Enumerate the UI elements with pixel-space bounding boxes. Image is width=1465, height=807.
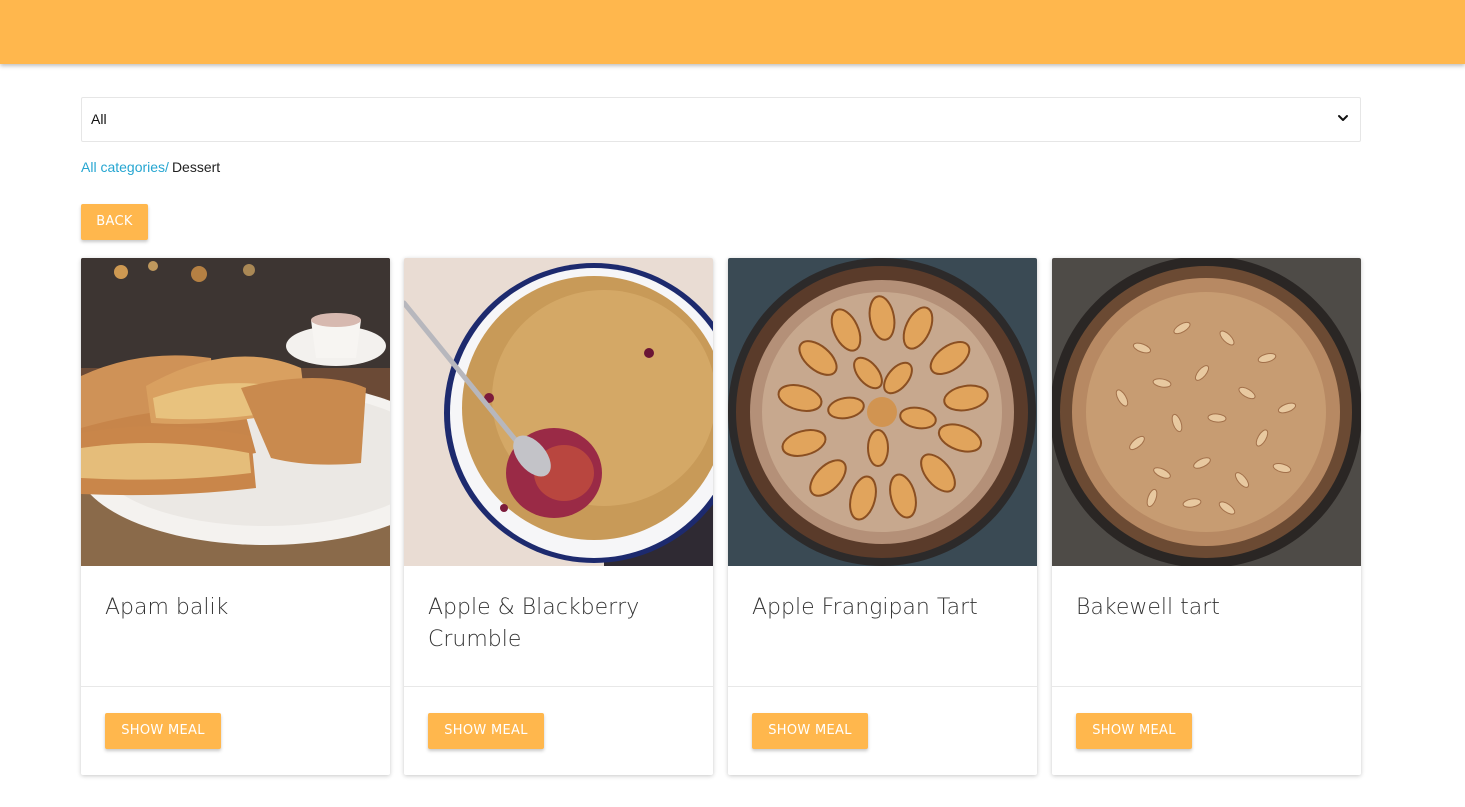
meal-title: Apple & Blackberry Crumble bbox=[428, 595, 640, 652]
show-meal-button[interactable]: SHOW MEAL bbox=[105, 713, 221, 749]
back-button[interactable]: BACK bbox=[81, 204, 148, 240]
top-app-bar bbox=[0, 0, 1465, 64]
meal-card: Apple & Blackberry Crumble SHOW MEAL bbox=[404, 258, 713, 775]
show-meal-button[interactable]: SHOW MEAL bbox=[428, 713, 544, 749]
show-meal-button[interactable]: SHOW MEAL bbox=[752, 713, 868, 749]
meal-grid: Apam balik SHOW MEAL Apple & Blackberry … bbox=[81, 258, 1361, 775]
card-divider bbox=[728, 686, 1037, 687]
card-divider bbox=[404, 686, 713, 687]
category-select-value: All bbox=[91, 111, 107, 127]
card-divider bbox=[81, 686, 390, 687]
show-meal-button[interactable]: SHOW MEAL bbox=[1076, 713, 1192, 749]
meal-title: Apam balik bbox=[105, 595, 229, 620]
meal-image[interactable] bbox=[728, 258, 1037, 566]
meal-card: Bakewell tart SHOW MEAL bbox=[1052, 258, 1361, 775]
meal-image[interactable] bbox=[404, 258, 713, 566]
breadcrumb: All categories/Dessert bbox=[81, 159, 220, 175]
meal-image[interactable] bbox=[1052, 258, 1361, 566]
chevron-down-icon bbox=[1338, 115, 1348, 121]
card-divider bbox=[1052, 686, 1361, 687]
main-content: All All categories/Dessert BACK Apam bal… bbox=[81, 97, 1361, 775]
meal-card: Apple Frangipan Tart SHOW MEAL bbox=[728, 258, 1037, 775]
meal-title: Apple Frangipan Tart bbox=[752, 595, 978, 620]
meal-image[interactable] bbox=[81, 258, 390, 566]
category-select[interactable]: All bbox=[81, 97, 1361, 142]
breadcrumb-all-categories-link[interactable]: All categories/ bbox=[81, 159, 169, 175]
breadcrumb-current: Dessert bbox=[171, 159, 221, 175]
meal-card: Apam balik SHOW MEAL bbox=[81, 258, 390, 775]
meal-title: Bakewell tart bbox=[1076, 595, 1220, 620]
